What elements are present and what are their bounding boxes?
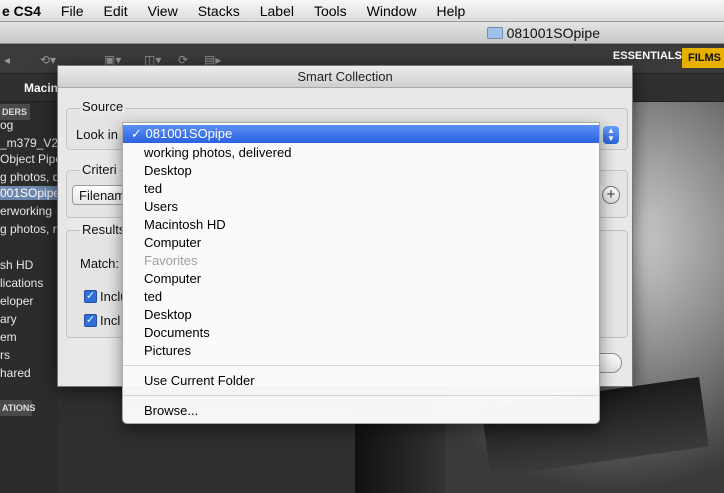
menu-item-selected[interactable]: ✓ 081001SOpipe bbox=[123, 125, 599, 143]
menu-separator bbox=[123, 395, 599, 396]
workspace-essentials[interactable]: ESSENTIALS bbox=[613, 50, 682, 62]
source-label: Source bbox=[80, 99, 126, 114]
include-2-checkbox[interactable]: ✓ bbox=[84, 314, 97, 327]
menu-item[interactable]: Desktop bbox=[123, 162, 599, 180]
menu-item[interactable]: Macintosh HD bbox=[123, 216, 599, 234]
look-in-menu: ✓ 081001SOpipe working photos, delivered… bbox=[122, 122, 600, 424]
add-criteria-plus-icon[interactable]: + bbox=[602, 186, 620, 204]
criteria-label: Criteri bbox=[80, 162, 119, 177]
folder-item[interactable]: g photos, d bbox=[0, 170, 58, 184]
folder-icon bbox=[486, 26, 503, 39]
match-label: Match: bbox=[80, 256, 120, 271]
folder-item[interactable]: ary bbox=[0, 312, 58, 326]
boomerang-icon[interactable]: ⟲▾ bbox=[40, 53, 56, 67]
menu-section-header: Favorites bbox=[144, 253, 198, 268]
back-arrow-icon[interactable]: ◂ bbox=[4, 53, 10, 67]
dialog-title: Smart Collection bbox=[58, 66, 632, 88]
folder-item[interactable]: _m379_V2 bbox=[0, 136, 58, 150]
include-2-label: Incl bbox=[100, 313, 121, 328]
folder-item[interactable]: sh HD bbox=[0, 258, 58, 272]
menu-item[interactable]: Documents bbox=[123, 324, 599, 342]
use-current-folder-item[interactable]: Use Current Folder bbox=[123, 372, 599, 390]
checkmark-icon: ✓ bbox=[131, 126, 146, 141]
menu-edit[interactable]: Edit bbox=[93, 3, 137, 19]
menu-separator bbox=[123, 365, 599, 366]
collections-tab[interactable]: ATIONS bbox=[0, 400, 35, 416]
app-menu[interactable]: e CS4 bbox=[0, 3, 51, 19]
menu-bar: e CS4 File Edit View Stacks Label Tools … bbox=[0, 0, 724, 22]
menu-item[interactable]: working photos, delivered bbox=[123, 144, 599, 162]
menu-item[interactable]: ted bbox=[123, 180, 599, 198]
folder-item[interactable]: g photos, r bbox=[0, 222, 58, 236]
menu-help[interactable]: Help bbox=[426, 3, 475, 19]
folder-item[interactable]: hared bbox=[0, 366, 58, 380]
look-in-label: Look in bbox=[76, 127, 118, 142]
menu-label[interactable]: Label bbox=[250, 3, 304, 19]
menu-item[interactable]: Computer bbox=[123, 270, 599, 288]
folder-item[interactable]: erworking bbox=[0, 204, 58, 218]
browse-item[interactable]: Browse... bbox=[123, 402, 599, 420]
folders-panel: DERS og _m379_V2 Object Pipe g photos, d… bbox=[0, 102, 58, 493]
menu-view[interactable]: View bbox=[138, 3, 188, 19]
menu-tools[interactable]: Tools bbox=[304, 3, 357, 19]
look-in-stepper-icon[interactable]: ▲ ▼ bbox=[603, 126, 619, 144]
folder-item[interactable]: og bbox=[0, 118, 58, 132]
menu-file[interactable]: File bbox=[51, 3, 94, 19]
window-title-bar[interactable]: 081001SOpipe bbox=[0, 22, 724, 44]
window-title: 081001SOpipe bbox=[506, 24, 600, 41]
menu-item[interactable]: Computer bbox=[123, 234, 599, 252]
folder-item[interactable]: em bbox=[0, 330, 58, 344]
path-text[interactable]: Macin bbox=[24, 81, 58, 95]
menu-item[interactable]: Desktop bbox=[123, 306, 599, 324]
folder-item[interactable]: lications bbox=[0, 276, 58, 290]
workspace-films[interactable]: FILMS bbox=[682, 48, 724, 68]
menu-item[interactable]: Pictures bbox=[123, 342, 599, 360]
results-label: Results bbox=[80, 222, 128, 237]
menu-window[interactable]: Window bbox=[357, 3, 427, 19]
menu-item[interactable]: Users bbox=[123, 198, 599, 216]
menu-item[interactable]: ted bbox=[123, 288, 599, 306]
folder-item-selected[interactable]: 001SOpipe bbox=[0, 186, 58, 200]
folder-item[interactable]: eloper bbox=[0, 294, 58, 308]
include-1-checkbox[interactable]: ✓ bbox=[84, 290, 97, 303]
folder-item[interactable]: Object Pipe bbox=[0, 152, 58, 166]
menu-stacks[interactable]: Stacks bbox=[188, 3, 250, 19]
folder-item[interactable]: rs bbox=[0, 348, 58, 362]
